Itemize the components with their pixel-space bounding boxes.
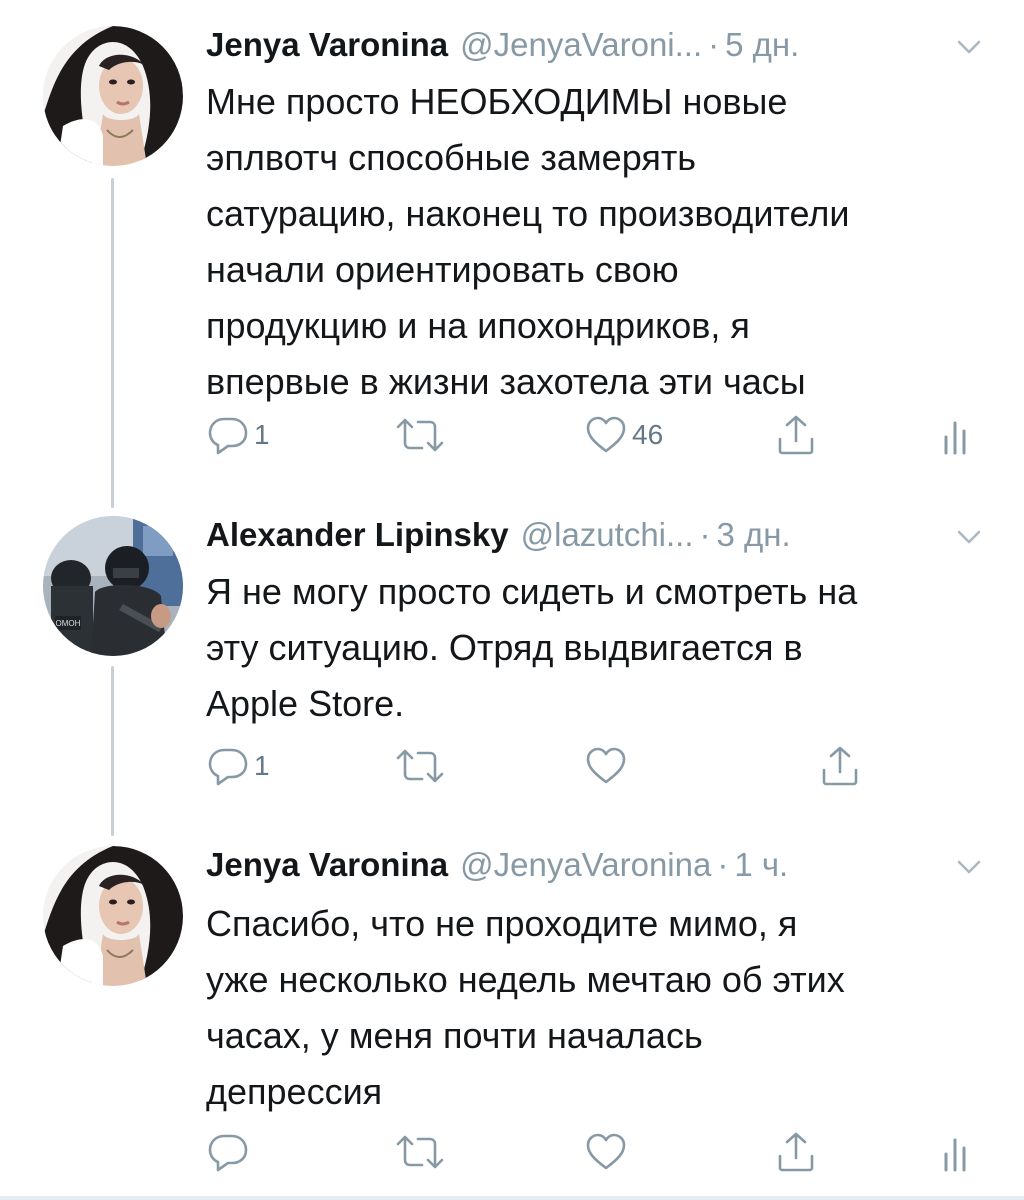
share-button[interactable] — [774, 1130, 818, 1174]
tweet-text: Я не могу просто сидеть и смотреть на эт… — [206, 564, 986, 732]
divider — [0, 1196, 1024, 1200]
retweet-button[interactable] — [394, 413, 450, 457]
reply-button[interactable] — [206, 1130, 254, 1174]
timestamp[interactable]: 5 дн. — [725, 26, 799, 64]
timestamp[interactable]: 1 ч. — [734, 846, 788, 884]
tweet-actions: 1 46 — [206, 413, 976, 457]
reply-icon — [206, 746, 250, 786]
user-handle[interactable]: @lazutchi... — [521, 516, 694, 554]
avatar[interactable] — [43, 26, 183, 166]
heart-icon — [584, 746, 628, 786]
analytics-icon — [941, 1130, 975, 1174]
tweet-text-line: впервые в жизни захотела эти часы — [206, 361, 806, 402]
tweet-text-line: часах, у меня почти началась — [206, 1015, 703, 1056]
separator-dot: · — [717, 846, 729, 883]
tweet-text-line: продукцию и на ипохондриков, я — [206, 305, 750, 346]
analytics-button[interactable] — [941, 1130, 975, 1174]
user-handle[interactable]: @JenyaVaroni... — [460, 26, 702, 64]
tweet[interactable]: Jenya Varonina @JenyaVaronina · 1 ч. Спа… — [0, 830, 1024, 1190]
reply-button[interactable]: 1 — [206, 744, 270, 788]
share-icon — [774, 413, 818, 457]
retweet-icon — [394, 415, 446, 455]
reply-count: 1 — [254, 750, 270, 781]
display-name[interactable]: Jenya Varonina — [206, 846, 448, 884]
retweet-icon — [394, 746, 446, 786]
tweet-text: Спасибо, что не проходите мимо, я уже не… — [206, 896, 986, 1120]
chevron-down-icon[interactable] — [954, 852, 984, 882]
tweet-text-line: Мне просто НЕОБХОДИМЫ новые — [206, 81, 788, 122]
reply-icon — [206, 1132, 250, 1172]
avatar-riot-police-photo-icon: ОМОН — [43, 516, 183, 656]
tweet[interactable]: Jenya Varonina @JenyaVaroni... · 5 дн. М… — [0, 0, 1024, 480]
tweet-thread: Jenya Varonina @JenyaVaroni... · 5 дн. М… — [0, 0, 1024, 1200]
tweet-text-line: уже несколько недель мечтаю об этих — [206, 959, 845, 1000]
avatar[interactable] — [43, 846, 183, 986]
analytics-button[interactable] — [941, 413, 975, 457]
tweet-text-line: эту ситуацию. Отряд выдвигается в — [206, 627, 803, 668]
chevron-down-icon[interactable] — [954, 32, 984, 62]
share-icon — [774, 1130, 818, 1174]
tweet-text-line: Спасибо, что не проходите мимо, я — [206, 903, 798, 944]
display-name[interactable]: Alexander Lipinsky — [206, 516, 509, 554]
like-button[interactable] — [584, 744, 632, 788]
reply-button[interactable]: 1 — [206, 413, 270, 457]
display-name[interactable]: Jenya Varonina — [206, 26, 448, 64]
share-icon — [818, 744, 862, 788]
avatar-badge-text: ОМОН — [56, 619, 81, 628]
share-button[interactable] — [818, 744, 862, 788]
retweet-button[interactable] — [394, 744, 450, 788]
heart-icon — [584, 1132, 628, 1172]
timestamp[interactable]: 3 дн. — [717, 516, 791, 554]
tweet-actions: 1 — [206, 744, 976, 788]
share-button[interactable] — [774, 413, 818, 457]
tweet[interactable]: ОМОН Alexander Lipinsky @lazutchi... · 3… — [0, 500, 1024, 820]
separator-dot: · — [708, 26, 720, 63]
tweet-actions — [206, 1130, 976, 1174]
analytics-icon — [941, 413, 975, 457]
retweet-icon — [394, 1132, 446, 1172]
like-button[interactable] — [584, 1130, 632, 1174]
tweet-text-line: Apple Store. — [206, 683, 405, 724]
avatar-woman-photo-icon — [43, 846, 183, 986]
heart-icon — [584, 415, 628, 455]
user-handle[interactable]: @JenyaVaronina — [460, 846, 711, 884]
tweet-text-line: эплвотч способные замерять — [206, 137, 697, 178]
retweet-button[interactable] — [394, 1130, 450, 1174]
reply-count: 1 — [254, 419, 270, 450]
separator-dot: · — [699, 516, 711, 553]
chevron-down-icon[interactable] — [954, 522, 984, 552]
reply-icon — [206, 415, 250, 455]
tweet-text-line: сатурацию, наконец то производители — [206, 193, 850, 234]
like-button[interactable]: 46 — [584, 413, 663, 457]
tweet-header: Alexander Lipinsky @lazutchi... · 3 дн. — [206, 516, 984, 556]
tweet-header: Jenya Varonina @JenyaVaroni... · 5 дн. — [206, 26, 984, 66]
avatar-woman-photo-icon — [43, 26, 183, 166]
tweet-text-line: начали ориентировать свою — [206, 249, 679, 290]
like-count: 46 — [632, 419, 664, 450]
tweet-text-line: Я не могу просто сидеть и смотреть на — [206, 571, 858, 612]
tweet-header: Jenya Varonina @JenyaVaronina · 1 ч. — [206, 846, 984, 886]
tweet-text-line: депрессия — [206, 1071, 383, 1112]
tweet-text: Мне просто НЕОБХОДИМЫ новые эплвотч спос… — [206, 74, 986, 410]
avatar[interactable]: ОМОН — [43, 516, 183, 656]
